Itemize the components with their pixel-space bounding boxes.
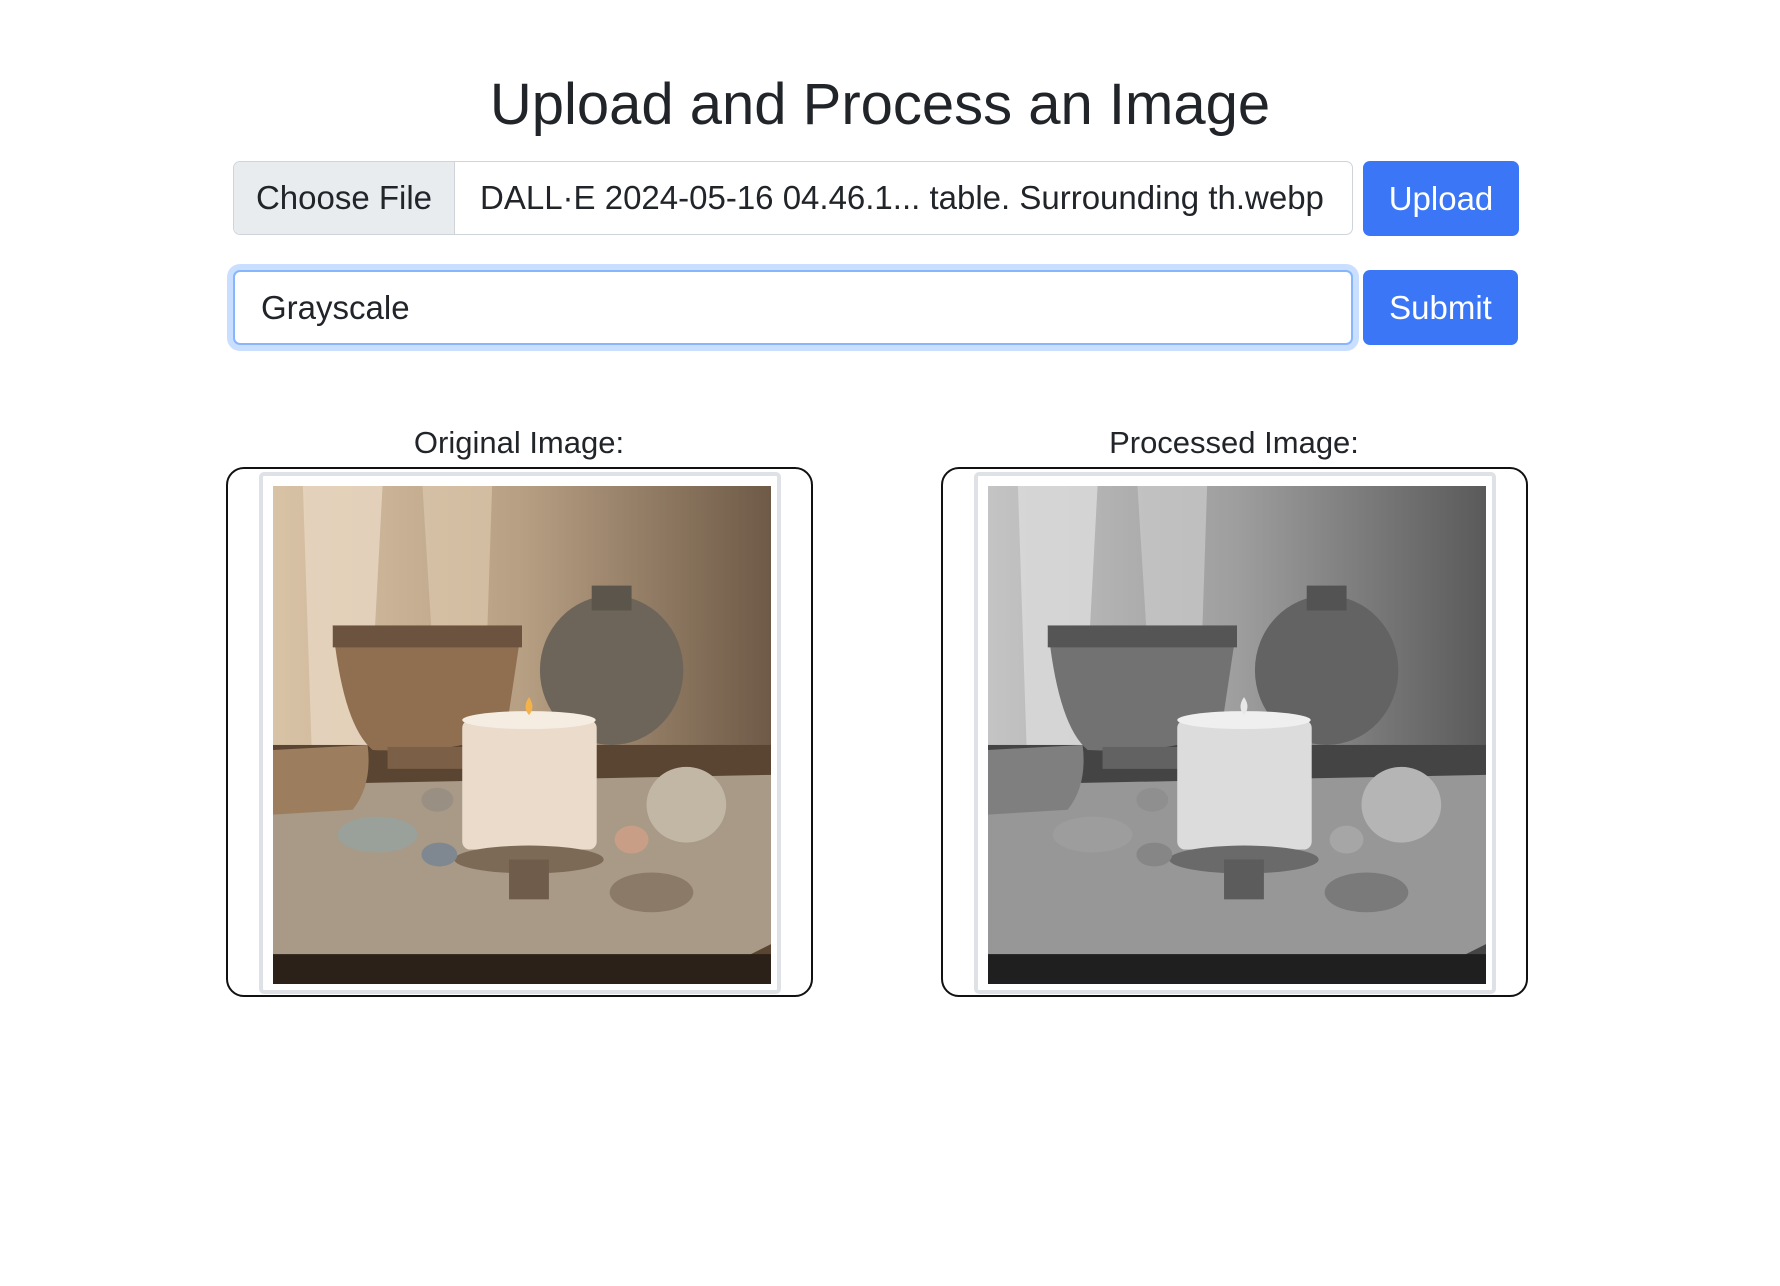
processed-image-frame xyxy=(974,472,1496,994)
original-image-label: Original Image: xyxy=(413,425,625,460)
processed-image-panel xyxy=(941,467,1528,997)
processed-image xyxy=(988,486,1486,984)
page-title: Upload and Process an Image xyxy=(489,72,1271,137)
original-image-panel xyxy=(226,467,813,997)
submit-button[interactable]: Submit xyxy=(1363,270,1518,345)
choose-file-button[interactable]: Choose File xyxy=(234,162,455,234)
selected-file-name: DALL·E 2024-05-16 04.46.1... table. Surr… xyxy=(480,179,1324,216)
operation-input[interactable] xyxy=(233,270,1353,345)
upload-button[interactable]: Upload xyxy=(1363,161,1519,236)
file-input[interactable]: Choose File DALL·E 2024-05-16 04.46.1...… xyxy=(233,161,1353,235)
original-image-frame xyxy=(259,472,781,994)
processed-image-label: Processed Image: xyxy=(1109,425,1359,460)
original-image xyxy=(273,486,771,984)
